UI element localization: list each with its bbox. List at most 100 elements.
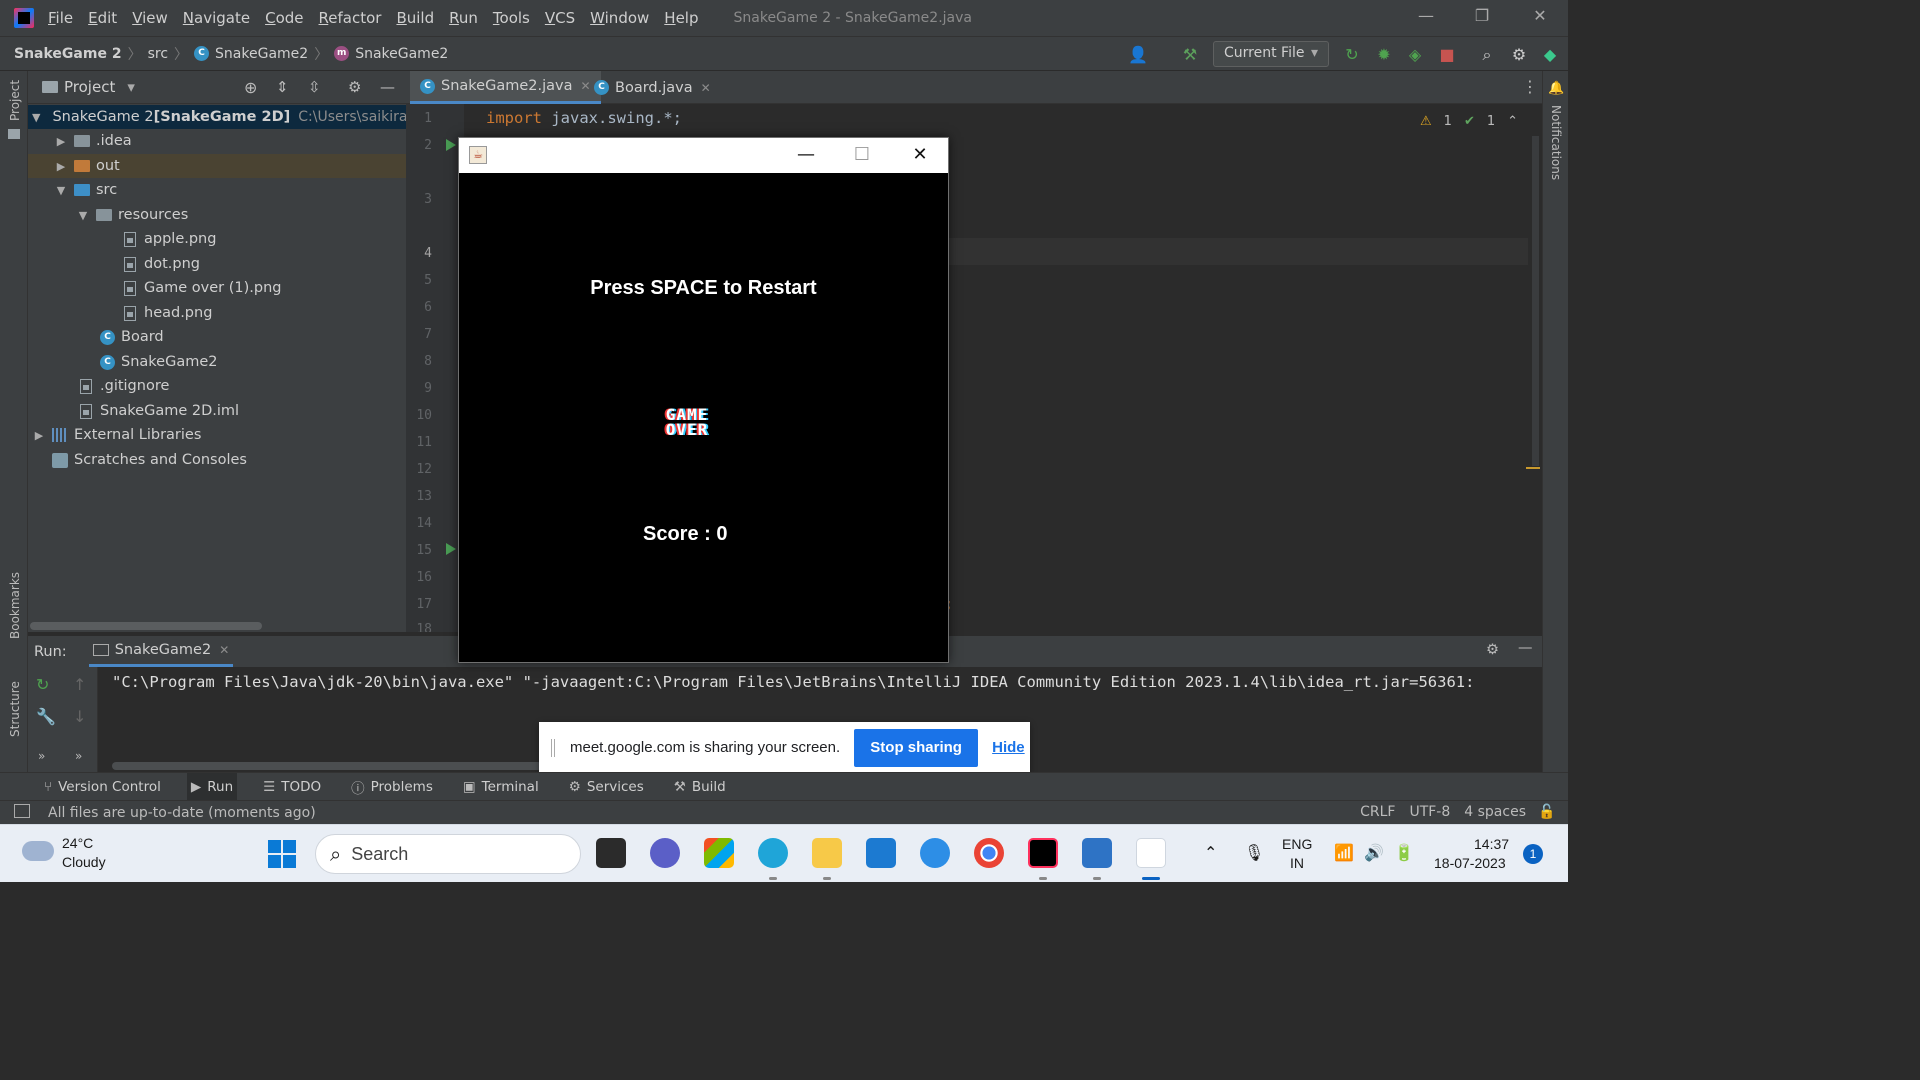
breadcrumb-method[interactable]: m SnakeGame2 xyxy=(334,46,448,62)
chevron-up-icon[interactable]: ⌃ xyxy=(1204,843,1217,862)
weather-description[interactable]: Cloudy xyxy=(62,854,106,870)
tab-build[interactable]: ⚒ Build xyxy=(670,773,730,801)
chevron-down-icon[interactable]: ▼ xyxy=(54,184,68,197)
stop-icon[interactable]: ■ xyxy=(1437,45,1457,65)
tab-terminal[interactable]: ▣ Terminal xyxy=(459,773,543,801)
input-language[interactable]: ENG xyxy=(1282,836,1312,852)
restore-icon[interactable]: ❐ xyxy=(1462,6,1502,30)
notification-badge[interactable]: 1 xyxy=(1523,844,1543,864)
tree-row-idea[interactable]: ▶ .idea xyxy=(28,129,406,153)
menu-edit[interactable]: Edit xyxy=(88,9,117,27)
close-tab-icon[interactable]: ✕ xyxy=(219,643,229,657)
menu-help[interactable]: Help xyxy=(664,9,698,27)
rerun-icon[interactable]: ↻ xyxy=(36,675,49,694)
tree-row-scratches[interactable]: Scratches and Consoles xyxy=(28,448,406,472)
close-icon[interactable]: ✕ xyxy=(1520,6,1560,30)
close-icon[interactable]: ✕ xyxy=(897,142,943,170)
taskbar-search[interactable]: ⌕ Search xyxy=(315,834,581,874)
run-line-icon[interactable] xyxy=(446,139,456,151)
run-config-select[interactable]: Current File ▾ xyxy=(1213,41,1329,67)
panel-toggle-icon[interactable] xyxy=(14,804,30,818)
scrollbar-thumb[interactable] xyxy=(1532,136,1539,466)
tree-row-src[interactable]: ▼ src xyxy=(28,178,406,202)
hide-link[interactable]: Hide xyxy=(992,739,1025,756)
chevron-right-icon[interactable]: ▶ xyxy=(54,135,68,148)
arrow-up-icon[interactable]: ↑ xyxy=(73,675,86,694)
java-taskbar-icon[interactable] xyxy=(1136,838,1166,868)
drag-handle-icon[interactable] xyxy=(551,738,555,757)
hide-panel-icon[interactable]: — xyxy=(1518,640,1533,656)
cloud-icon[interactable] xyxy=(22,841,54,861)
code-line-1[interactable]: import javax.swing.*; xyxy=(486,109,682,127)
wrench-icon[interactable]: 🔧 xyxy=(36,707,56,726)
hide-panel-icon[interactable]: — xyxy=(380,78,395,96)
menu-tools[interactable]: Tools xyxy=(493,9,530,27)
tab-snakegame2-java[interactable]: C SnakeGame2.java ✕ xyxy=(410,71,601,104)
maximize-icon[interactable]: ☐ xyxy=(839,142,885,170)
project-panel-title[interactable]: Project xyxy=(64,78,115,96)
notifications-tool-tab[interactable]: Notifications xyxy=(1549,105,1563,180)
breadcrumb-class[interactable]: C SnakeGame2 xyxy=(194,46,308,62)
minimize-icon[interactable]: — xyxy=(783,142,829,170)
project-tool-tab[interactable]: Project xyxy=(8,80,22,121)
encoding-widget[interactable]: UTF-8 xyxy=(1409,804,1450,820)
tree-row-file[interactable]: Game over (1).png xyxy=(28,276,406,300)
tab-problems[interactable]: ⓘ Problems xyxy=(347,773,437,801)
tab-services[interactable]: ⚙ Services xyxy=(565,773,648,801)
warning-marker[interactable] xyxy=(1526,467,1540,469)
more-tabs-icon[interactable]: ⋮ xyxy=(1522,77,1538,96)
clock-date[interactable]: 18-07-2023 xyxy=(1434,855,1506,871)
more-icon[interactable]: » xyxy=(75,749,82,763)
microsoft-store-icon[interactable] xyxy=(704,838,734,868)
volume-icon[interactable]: 🔊 xyxy=(1364,843,1384,862)
stop-sharing-button[interactable]: Stop sharing xyxy=(854,728,979,767)
arrow-down-icon[interactable]: ↓ xyxy=(73,707,86,726)
debug-icon[interactable]: ✹ xyxy=(1374,45,1394,65)
inspection-widget[interactable]: ⚠1 ✔1 ⌃ ⌄ xyxy=(1420,114,1541,129)
chrome-icon[interactable] xyxy=(974,838,1004,868)
chevron-right-icon[interactable]: ▶ xyxy=(54,160,68,173)
tree-row-class[interactable]: C Board xyxy=(28,325,406,349)
menu-code[interactable]: Code xyxy=(265,9,303,27)
chevron-right-icon[interactable]: ▶ xyxy=(32,429,46,442)
build-hammer-icon[interactable]: ⚒ xyxy=(1180,45,1200,65)
breadcrumb-src[interactable]: src xyxy=(148,46,168,62)
game-canvas[interactable]: Press SPACE to Restart GAME OVER Score :… xyxy=(459,173,948,662)
edge-browser-icon[interactable] xyxy=(758,838,788,868)
tree-row-file[interactable]: dot.png xyxy=(28,252,406,276)
chevron-down-icon[interactable]: ▾ xyxy=(127,78,135,96)
wifi-icon[interactable]: 📶 xyxy=(1334,843,1354,862)
search-icon[interactable]: ⌕ xyxy=(1477,45,1497,65)
bell-icon[interactable]: 🔔 xyxy=(1548,81,1564,96)
tree-row-out[interactable]: ▶ out xyxy=(28,154,406,178)
battery-icon[interactable]: 🔋 xyxy=(1394,843,1414,862)
horizontal-scrollbar[interactable] xyxy=(30,622,262,630)
menu-window[interactable]: Window xyxy=(590,9,649,27)
lock-icon[interactable]: 🔓 xyxy=(1538,804,1555,820)
locate-icon[interactable]: ⊕ xyxy=(244,78,257,97)
coverage-icon[interactable]: ◈ xyxy=(1405,45,1425,65)
chevron-down-icon[interactable]: ▼ xyxy=(32,111,40,124)
gear-icon[interactable]: ⚙ xyxy=(348,78,361,96)
indent-widget[interactable]: 4 spaces xyxy=(1464,804,1526,820)
myhp-icon[interactable] xyxy=(866,838,896,868)
menu-vcs[interactable]: VCS xyxy=(545,9,575,27)
line-separator-widget[interactable]: CRLF xyxy=(1360,804,1395,820)
tree-row-file[interactable]: SnakeGame 2D.iml xyxy=(28,399,406,423)
input-region[interactable]: IN xyxy=(1290,855,1304,871)
tree-row-resources[interactable]: ▼ resources xyxy=(28,203,406,227)
breadcrumb-project[interactable]: SnakeGame 2 xyxy=(14,46,122,62)
console-horizontal-scrollbar[interactable] xyxy=(112,762,542,770)
intellij-taskbar-icon[interactable] xyxy=(1028,838,1058,868)
tab-board-java[interactable]: C Board.java ✕ xyxy=(584,71,721,104)
close-tab-icon[interactable]: ✕ xyxy=(701,81,711,95)
run-line-icon[interactable] xyxy=(446,543,456,555)
windows-start-icon[interactable] xyxy=(268,840,296,868)
teams-chat-icon[interactable] xyxy=(650,838,680,868)
weather-temperature[interactable]: 24°C xyxy=(62,835,93,851)
microphone-icon[interactable]: 🎙 xyxy=(1244,843,1264,862)
tab-todo[interactable]: ☰ TODO xyxy=(259,773,325,801)
collapse-all-icon[interactable]: ⇳ xyxy=(308,78,321,96)
tab-run[interactable]: ▶ Run xyxy=(186,772,238,801)
menu-build[interactable]: Build xyxy=(396,9,434,27)
